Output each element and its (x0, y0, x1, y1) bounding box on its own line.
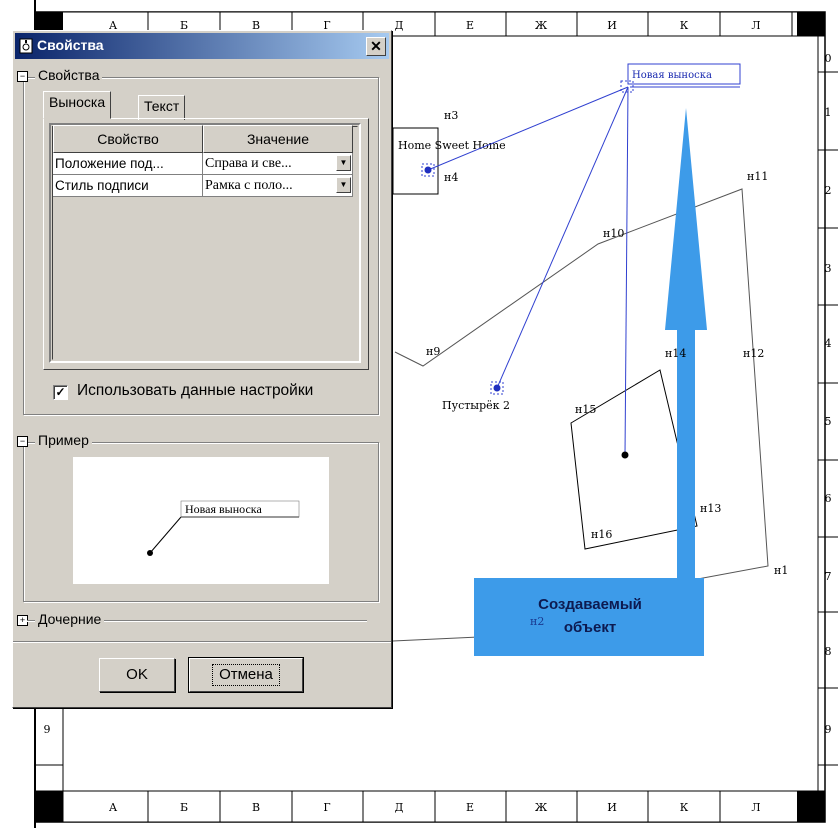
properties-dialog: Свойства ✕ − Свойства Выноска Текст Свой… (12, 30, 392, 708)
tab-text-label: Текст (144, 98, 180, 114)
ok-label: OK (126, 666, 148, 683)
children-group-label: Дочерние (35, 611, 105, 627)
anchor-point-quad[interactable] (621, 451, 629, 459)
node-label-n15: н15 (575, 403, 596, 416)
row-label: 8 (825, 645, 832, 658)
row1-property: Положение под... (55, 156, 164, 171)
col-label-bottom: Е (466, 801, 474, 814)
col-label-top: Л (751, 19, 760, 32)
close-button[interactable]: ✕ (366, 37, 386, 56)
col-label-bottom: В (252, 801, 260, 814)
row2-value-cell[interactable]: Рамка с поло... ▼ (203, 175, 353, 197)
row-label: 6 (825, 492, 832, 505)
cancel-button[interactable]: Отмена (188, 657, 304, 693)
row2-property-cell[interactable]: Стиль подписи (53, 175, 203, 197)
node-label-n4: н4 (444, 171, 458, 184)
checkmark-icon: ✓ (55, 385, 66, 399)
node-label-n3: н3 (444, 109, 458, 122)
properties-table[interactable]: Свойство Значение Положение под... Справ… (49, 123, 361, 363)
row1-dropdown-button[interactable]: ▼ (336, 155, 351, 171)
close-icon: ✕ (370, 38, 382, 54)
bottom-column-header (34, 790, 826, 823)
example-preview-drawing (147, 500, 300, 556)
bottom-right-corner (797, 791, 825, 822)
created-object-line1: Создаваемый (538, 596, 642, 613)
header-property[interactable]: Свойство (53, 125, 203, 153)
node-label-n1: н1 (774, 564, 788, 577)
col-label-top: Е (466, 19, 474, 32)
col-label-top: И (607, 19, 617, 32)
created-object-line2: объект (564, 619, 616, 636)
col-label-bottom: К (680, 801, 689, 814)
created-object-box[interactable] (474, 578, 704, 656)
row1-property-cell[interactable]: Положение под... (53, 153, 203, 175)
dialog-title: Свойства (37, 37, 104, 53)
row-label: 7 (825, 570, 832, 583)
row1-value-cell[interactable]: Справа и све... ▼ (203, 153, 353, 175)
use-settings-checkbox[interactable]: ✓ (53, 385, 68, 400)
col-label-bottom: Г (323, 801, 330, 814)
node-label-n16: н16 (591, 528, 612, 541)
col-label-top: Д (395, 19, 404, 32)
use-settings-label[interactable]: Использовать данные настройки (77, 382, 313, 400)
dropdown-arrow-icon: ▼ (339, 158, 348, 167)
collapse-icon: − (19, 436, 26, 446)
col-label-bottom: И (607, 801, 617, 814)
col-label-bottom: Ж (535, 801, 548, 814)
col-label-bottom: Б (180, 801, 188, 814)
bottom-left-corner (35, 791, 63, 822)
row-label: 3 (825, 262, 832, 275)
header-value-label: Значение (246, 131, 310, 147)
row2-dropdown-button[interactable]: ▼ (336, 177, 351, 193)
header-property-label: Свойство (97, 131, 159, 147)
tab-text[interactable]: Текст (138, 95, 186, 120)
col-label-bottom: А (109, 801, 118, 814)
home-text[interactable]: Home Sweet Home (398, 139, 506, 152)
collapse-example-toggle[interactable]: − (17, 436, 28, 447)
row2-value: Рамка с поло... (205, 178, 293, 193)
anchor-point-home[interactable] (424, 166, 432, 174)
pustyrek-text[interactable]: Пустырёк 2 (442, 399, 510, 412)
row1-value: Справа и све... (205, 156, 292, 171)
col-label-bottom: Д (395, 801, 404, 814)
example-callout-text: Новая выноска (185, 502, 262, 516)
cancel-label: Отмена (212, 664, 280, 686)
col-label-top: Ж (535, 19, 548, 32)
tab-callout-label: Выноска (49, 94, 106, 110)
col-label-bottom: Л (751, 801, 760, 814)
node-label-n2: н2 (530, 615, 544, 628)
ok-button[interactable]: OK (99, 658, 175, 692)
node-label-n10: н10 (603, 227, 624, 240)
callout-text[interactable]: Новая выноска (632, 70, 712, 81)
left-row-label: 9 (44, 723, 51, 736)
collapse-properties-toggle[interactable]: − (17, 71, 28, 82)
properties-icon (19, 38, 33, 54)
node-label-n14: н14 (665, 347, 686, 360)
node-label-n13: н13 (700, 502, 721, 515)
tab-callout[interactable]: Выноска (43, 91, 112, 119)
collapse-icon: − (19, 71, 26, 81)
example-group-label: Пример (35, 432, 92, 448)
dialog-titlebar[interactable]: Свойства ✕ (15, 33, 389, 59)
col-label-top: К (680, 19, 689, 32)
node-label-n12: н12 (743, 347, 764, 360)
row-label: 5 (825, 415, 832, 428)
node-label-n9: н9 (426, 345, 440, 358)
expand-icon: + (19, 615, 26, 625)
example-preview: Новая выноска (73, 457, 329, 584)
properties-group-label: Свойства (35, 67, 103, 83)
row-label: 9 (825, 723, 832, 736)
home-box[interactable] (392, 127, 439, 195)
header-value[interactable]: Значение (203, 125, 353, 153)
row-label: 4 (825, 337, 832, 350)
top-right-corner (797, 12, 825, 36)
node-label-n11: н11 (747, 170, 768, 183)
row-label: 1 (825, 106, 832, 119)
anchor-point-pustyrek[interactable] (493, 384, 501, 392)
row2-property: Стиль подписи (55, 178, 149, 193)
button-separator (13, 641, 391, 643)
row-label: 2 (825, 184, 832, 197)
dropdown-arrow-icon: ▼ (339, 180, 348, 189)
row-label: 0 (825, 52, 832, 65)
